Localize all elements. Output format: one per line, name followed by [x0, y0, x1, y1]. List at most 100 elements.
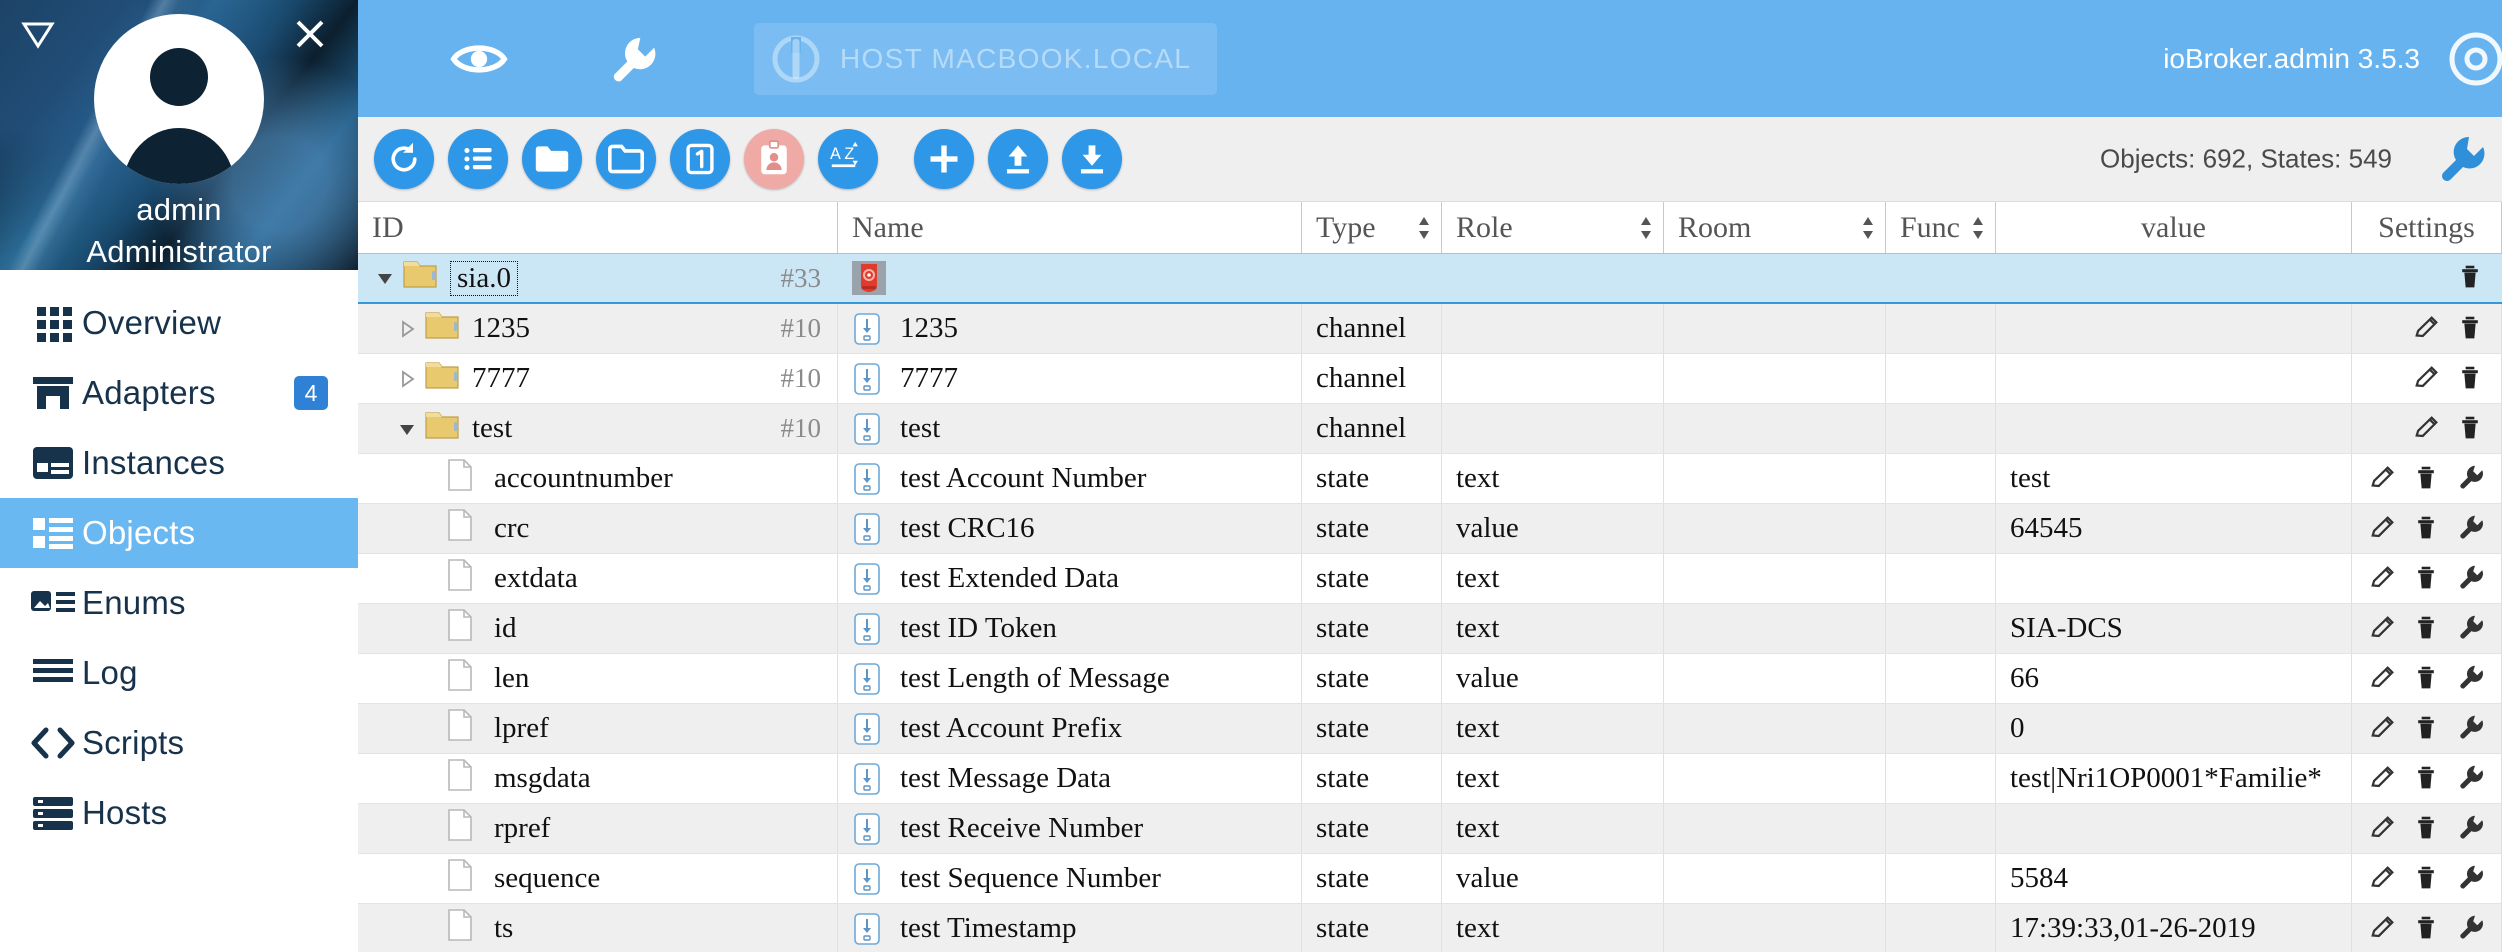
table-row[interactable]: id test ID Token state text SIA-DCS [358, 604, 2502, 654]
table-row[interactable]: accountnumber test Account Number state te… [358, 454, 2502, 504]
delete-icon[interactable] [2457, 263, 2487, 293]
upload-button[interactable] [988, 129, 1048, 189]
table-row[interactable]: len test Length of Message state value 66 [358, 654, 2502, 704]
edit-icon[interactable] [2369, 664, 2399, 694]
sidebar-username: admin [136, 192, 222, 227]
column-header-role[interactable]: Role [1442, 202, 1664, 253]
wrench-icon[interactable] [2457, 564, 2487, 594]
sidebar-item-hosts[interactable]: Hosts [0, 778, 358, 848]
gear-icon[interactable] [2446, 29, 2502, 89]
table-row[interactable]: test #10 test channel [358, 404, 2502, 454]
delete-icon[interactable] [2413, 464, 2443, 494]
column-header-settings[interactable]: Settings [2352, 202, 2502, 253]
edit-icon[interactable] [2369, 914, 2399, 944]
edit-icon[interactable] [2413, 414, 2443, 444]
column-header-id[interactable]: ID [358, 202, 838, 253]
table-row[interactable]: msgdata test Message Data state text test|N… [358, 754, 2502, 804]
sort-az-button[interactable]: A Z [818, 129, 878, 189]
chevron-down-icon[interactable] [372, 267, 398, 289]
host-selector-button[interactable]: HOST MACBOOK.LOCAL [754, 22, 1218, 95]
edit-icon[interactable] [2369, 464, 2399, 494]
delete-icon[interactable] [2413, 664, 2443, 694]
column-header-name[interactable]: Name [838, 202, 1302, 253]
wrench-icon[interactable] [2457, 814, 2487, 844]
cell-role: text [1442, 454, 1664, 503]
wrench-icon[interactable] [2457, 514, 2487, 544]
delete-icon[interactable] [2413, 514, 2443, 544]
depth-one-button[interactable] [670, 129, 730, 189]
object-role-label: value [1456, 862, 1519, 894]
sort-arrows-icon[interactable] [1417, 215, 1431, 241]
delete-icon[interactable] [2457, 314, 2487, 344]
column-header-type[interactable]: Type [1302, 202, 1442, 253]
delete-icon[interactable] [2413, 764, 2443, 794]
sidebar-item-scripts[interactable]: Scripts [0, 708, 358, 778]
download-button[interactable] [1062, 129, 1122, 189]
chevron-down-icon[interactable] [394, 418, 420, 440]
object-name-label: 1235 [900, 312, 958, 344]
sidebar-item-objects[interactable]: Objects [0, 498, 358, 568]
cell-func [1886, 704, 1996, 753]
edit-icon[interactable] [2369, 564, 2399, 594]
cell-value [1996, 304, 2352, 353]
table-row[interactable]: sia.0 #33 [358, 254, 2502, 304]
expand-all-button[interactable] [596, 129, 656, 189]
column-header-value[interactable]: value [1996, 202, 2352, 253]
delete-icon[interactable] [2413, 564, 2443, 594]
edit-icon[interactable] [2369, 864, 2399, 894]
chevron-right-icon[interactable] [394, 368, 420, 390]
sidebar-item-instances[interactable]: Instances [0, 428, 358, 498]
sidebar-item-log[interactable]: Log [0, 638, 358, 708]
edit-icon[interactable] [2369, 514, 2399, 544]
eye-icon[interactable] [446, 26, 512, 92]
collapse-all-button[interactable] [522, 129, 582, 189]
wrench-icon[interactable] [2457, 464, 2487, 494]
edit-icon[interactable] [2369, 764, 2399, 794]
sidebar-item-overview[interactable]: Overview [0, 288, 358, 358]
column-header-func[interactable]: Func [1886, 202, 1996, 253]
expand-list-button[interactable] [448, 129, 508, 189]
delete-icon[interactable] [2413, 864, 2443, 894]
table-row[interactable]: crc test CRC16 state value 64545 [358, 504, 2502, 554]
table-row[interactable]: extdata test Extended Data state text [358, 554, 2502, 604]
table-row[interactable]: rpref test Receive Number state text [358, 804, 2502, 854]
column-header-room[interactable]: Room [1664, 202, 1886, 253]
wrench-icon[interactable] [600, 26, 666, 92]
table-row[interactable]: lpref test Account Prefix state text 0 [358, 704, 2502, 754]
table-row[interactable]: 7777 #10 7777 channel [358, 354, 2502, 404]
triangle-down-icon[interactable] [18, 14, 58, 54]
delete-icon[interactable] [2457, 414, 2487, 444]
wrench-icon[interactable] [2457, 714, 2487, 744]
edit-icon[interactable] [2413, 314, 2443, 344]
avatar[interactable] [94, 14, 264, 184]
wrench-icon[interactable] [2436, 133, 2488, 185]
delete-icon[interactable] [2413, 914, 2443, 944]
sidebar-item-enums[interactable]: Enums [0, 568, 358, 638]
delete-icon[interactable] [2413, 714, 2443, 744]
sort-arrows-icon[interactable] [1971, 215, 1985, 241]
sidebar-item-adapters[interactable]: Adapters 4 [0, 358, 358, 428]
sort-arrows-icon[interactable] [1639, 215, 1653, 241]
table-row[interactable]: 1235 #10 1235 channel [358, 304, 2502, 354]
object-name-label: test CRC16 [900, 512, 1035, 544]
sort-arrows-icon[interactable] [1861, 215, 1875, 241]
wrench-icon[interactable] [2457, 614, 2487, 644]
close-icon[interactable] [290, 14, 330, 54]
edit-icon[interactable] [2369, 614, 2399, 644]
edit-icon[interactable] [2369, 814, 2399, 844]
wrench-icon[interactable] [2457, 664, 2487, 694]
edit-icon[interactable] [2369, 714, 2399, 744]
delete-icon[interactable] [2457, 364, 2487, 394]
wrench-icon[interactable] [2457, 914, 2487, 944]
table-row[interactable]: sequence test Sequence Number state value 5… [358, 854, 2502, 904]
edit-icon[interactable] [2413, 364, 2443, 394]
delete-icon[interactable] [2413, 614, 2443, 644]
add-object-button[interactable] [914, 129, 974, 189]
delete-icon[interactable] [2413, 814, 2443, 844]
wrench-icon[interactable] [2457, 864, 2487, 894]
chevron-right-icon[interactable] [394, 318, 420, 340]
wrench-icon[interactable] [2457, 764, 2487, 794]
show-ids-button[interactable] [744, 129, 804, 189]
refresh-button[interactable] [374, 129, 434, 189]
table-row[interactable]: ts test Timestamp state text 17:39:33,01-26… [358, 904, 2502, 952]
